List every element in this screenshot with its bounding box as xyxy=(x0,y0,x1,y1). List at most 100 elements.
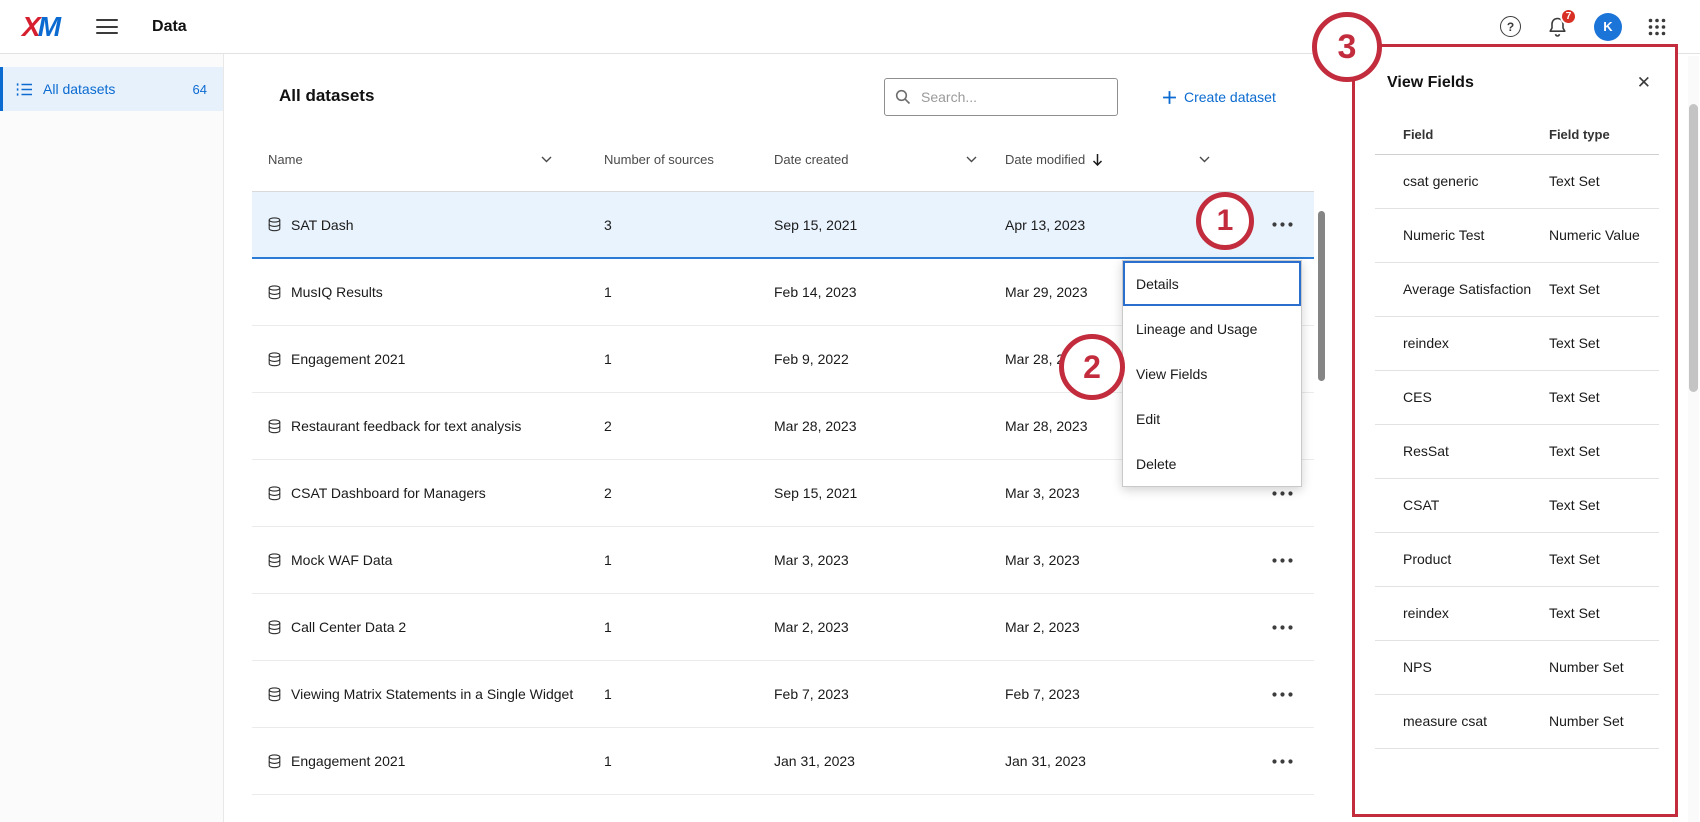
column-header-filter[interactable] xyxy=(1199,156,1251,163)
date-modified-cell: Apr 13, 2023 xyxy=(1005,217,1199,233)
field-type: Numeric Value xyxy=(1549,226,1659,245)
table-row[interactable]: Call Center Data 21Mar 2, 2023Mar 2, 202… xyxy=(252,594,1314,661)
date-created-cell: Jan 31, 2023 xyxy=(774,753,1005,769)
name-cell: CSAT Dashboard for Managers xyxy=(252,484,602,502)
menu-item-delete[interactable]: Delete xyxy=(1123,441,1301,486)
dataset-icon xyxy=(268,754,281,769)
close-icon: ✕ xyxy=(1637,73,1651,92)
sources-cell: 1 xyxy=(602,284,774,300)
help-button[interactable]: ? xyxy=(1500,16,1521,37)
screen: XM Data ? 7 K All datasets 64 xyxy=(0,0,1700,822)
menu-item-lineage-and-usage[interactable]: Lineage and Usage xyxy=(1123,306,1301,351)
table-row[interactable]: Engagement 20211Jan 31, 2023Jan 31, 2023 xyxy=(252,728,1314,795)
date-created-cell: Feb 14, 2023 xyxy=(774,284,1005,300)
field-row: ProductText Set xyxy=(1375,533,1659,587)
context-menu: DetailsLineage and UsageView FieldsEditD… xyxy=(1122,260,1302,487)
row-actions-button[interactable] xyxy=(1268,216,1297,233)
column-header-date-created[interactable]: Date created xyxy=(774,152,1005,167)
row-actions-button[interactable] xyxy=(1268,686,1297,703)
logo-m: M xyxy=(38,11,60,42)
row-actions-button[interactable] xyxy=(1268,753,1297,770)
column-header-name[interactable]: Name xyxy=(252,151,602,169)
field-row: reindexText Set xyxy=(1375,317,1659,371)
annotation-label: 1 xyxy=(1217,204,1234,238)
menu-item-details[interactable]: Details xyxy=(1123,261,1301,306)
row-actions-button[interactable] xyxy=(1268,552,1297,569)
column-header-sources[interactable]: Number of sources xyxy=(602,152,774,167)
annotation-label: 3 xyxy=(1338,28,1357,67)
account-button[interactable]: K xyxy=(1594,13,1622,41)
hamburger-menu-icon[interactable] xyxy=(96,19,118,34)
apps-grid-icon xyxy=(1648,18,1666,36)
table-row[interactable]: SAT Dash3Sep 15, 2021Apr 13, 2023 xyxy=(252,192,1314,259)
sources-cell: 1 xyxy=(602,619,774,635)
field-row: Numeric TestNumeric Value xyxy=(1375,209,1659,263)
create-dataset-button[interactable]: Create dataset xyxy=(1162,78,1276,116)
chevron-down-icon xyxy=(966,156,977,163)
table-header: Name Number of sources Date created Date… xyxy=(252,128,1314,192)
dataset-name: Engagement 2021 xyxy=(291,350,405,368)
table-row[interactable]: Mock WAF Data1Mar 3, 2023Mar 3, 2023 xyxy=(252,527,1314,594)
xm-logo[interactable]: XM xyxy=(22,13,60,41)
field-row: csat genericText Set xyxy=(1375,155,1659,209)
column-label: Name xyxy=(268,151,303,169)
sidebar-item-count: 64 xyxy=(193,82,207,97)
menu-item-view-fields[interactable]: View Fields xyxy=(1123,351,1301,396)
sources-cell: 1 xyxy=(602,351,774,367)
topbar-actions: ? 7 K xyxy=(1500,13,1666,41)
field-name: Product xyxy=(1403,550,1549,569)
table-scrollbar-thumb[interactable] xyxy=(1318,211,1325,381)
field-name: reindex xyxy=(1403,604,1549,623)
page-scrollbar-thumb[interactable] xyxy=(1689,104,1698,392)
sources-cell: 1 xyxy=(602,552,774,568)
panel-title: View Fields xyxy=(1387,74,1474,92)
plus-icon xyxy=(1162,90,1177,105)
menu-item-edit[interactable]: Edit xyxy=(1123,396,1301,441)
page-title: Data xyxy=(152,18,187,36)
sidebar: All datasets 64 xyxy=(0,54,224,822)
page-scrollbar xyxy=(1688,56,1699,822)
field-name: CSAT xyxy=(1403,496,1549,515)
search-input[interactable] xyxy=(919,88,1107,106)
avatar: K xyxy=(1594,13,1622,41)
date-modified-cell: Mar 2, 2023 xyxy=(1005,619,1199,635)
field-row: ResSatText Set xyxy=(1375,425,1659,479)
row-actions-button[interactable] xyxy=(1268,485,1297,502)
field-row: Average SatisfactionText Set xyxy=(1375,263,1659,317)
sidebar-item-all-datasets[interactable]: All datasets 64 xyxy=(0,67,223,111)
name-cell: Engagement 2021 xyxy=(252,752,602,770)
field-type: Text Set xyxy=(1549,550,1659,569)
apps-grid-button[interactable] xyxy=(1648,18,1666,36)
column-header-date-modified[interactable]: Date modified xyxy=(1005,152,1199,167)
dataset-icon xyxy=(268,217,281,232)
row-actions-button[interactable] xyxy=(1268,619,1297,636)
date-modified-cell: Mar 3, 2023 xyxy=(1005,552,1199,568)
list-icon xyxy=(16,83,33,96)
field-type: Text Set xyxy=(1549,172,1659,191)
dataset-icon xyxy=(268,620,281,635)
table-row[interactable]: Viewing Matrix Statements in a Single Wi… xyxy=(252,661,1314,728)
sources-cell: 1 xyxy=(602,686,774,702)
dataset-name: Call Center Data 2 xyxy=(291,618,406,636)
dataset-icon xyxy=(268,419,281,434)
sources-cell: 1 xyxy=(602,753,774,769)
sources-cell: 2 xyxy=(602,418,774,434)
annotation-label: 2 xyxy=(1083,349,1101,386)
date-created-cell: Mar 28, 2023 xyxy=(774,418,1005,434)
name-cell: SAT Dash xyxy=(252,216,602,234)
panel-column-headers: Field Field type xyxy=(1375,127,1659,155)
ellipsis-icon xyxy=(1272,625,1293,630)
date-modified-cell: Feb 7, 2023 xyxy=(1005,686,1199,702)
chevron-down-icon xyxy=(1199,156,1210,163)
name-cell: Restaurant feedback for text analysis xyxy=(252,417,602,435)
ellipsis-icon xyxy=(1272,692,1293,697)
notifications-button[interactable]: 7 xyxy=(1547,16,1568,38)
panel-column-field-type: Field type xyxy=(1549,127,1610,142)
date-modified-cell: Mar 3, 2023 xyxy=(1005,485,1199,501)
close-button[interactable]: ✕ xyxy=(1629,69,1659,97)
date-created-cell: Mar 2, 2023 xyxy=(774,619,1005,635)
ellipsis-icon xyxy=(1272,491,1293,496)
field-row: CSATText Set xyxy=(1375,479,1659,533)
name-cell: Mock WAF Data xyxy=(252,551,602,569)
dataset-name: Restaurant feedback for text analysis xyxy=(291,417,521,435)
